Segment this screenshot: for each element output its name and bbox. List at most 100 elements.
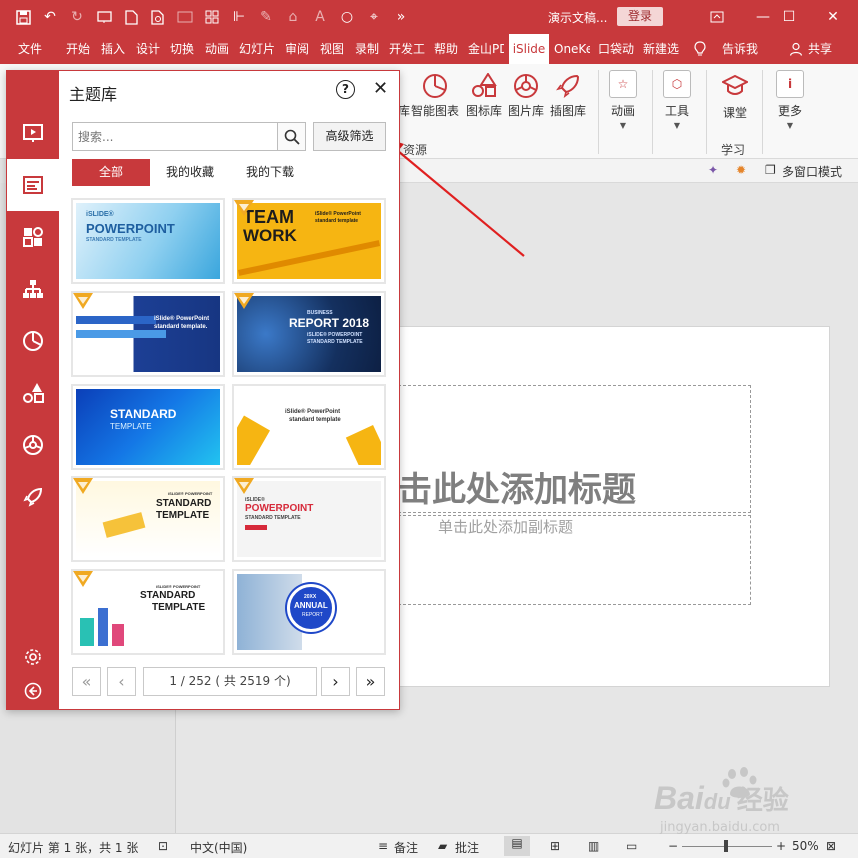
comments-button[interactable]: 批注 bbox=[455, 839, 479, 856]
search-input[interactable] bbox=[73, 123, 277, 150]
search-icon[interactable] bbox=[277, 123, 305, 150]
theme-thumbnail[interactable]: iSLIDE® POWERPOINT STANDARD TEMPLATE bbox=[71, 198, 225, 284]
illustration-library-button[interactable]: 插图库 bbox=[550, 72, 586, 119]
theme-thumbnail[interactable]: iSLIDE® POWERPOINT STANDARD TEMPLATE bbox=[232, 476, 386, 562]
grid-icon[interactable] bbox=[203, 8, 221, 26]
rail-slideshow-icon[interactable] bbox=[7, 107, 59, 159]
login-button[interactable]: 登录 bbox=[617, 7, 663, 26]
slideshow-view-icon[interactable]: ▭ bbox=[626, 839, 637, 853]
align-icon[interactable]: ⊩ bbox=[230, 8, 248, 26]
rail-picture-library-icon[interactable] bbox=[7, 419, 59, 471]
tell-me-search[interactable]: 告诉我 bbox=[722, 34, 758, 64]
tab-design[interactable]: 设计 bbox=[136, 34, 162, 64]
thumbnail-text: REPORT 2018 bbox=[289, 316, 370, 330]
pie-chart-icon bbox=[421, 72, 449, 100]
page-indicator[interactable]: 1 / 252 ( 共 2519 个) bbox=[143, 667, 317, 696]
tab-onekey[interactable]: OneKe bbox=[554, 34, 590, 64]
share-button[interactable]: 共享 bbox=[808, 34, 832, 64]
help-icon[interactable]: ? bbox=[336, 80, 355, 99]
filter-tab-all[interactable]: 全部 bbox=[72, 159, 150, 186]
theme-thumbnail[interactable]: iSLIDE® POWERPOINT STANDARD TEMPLATE bbox=[71, 569, 225, 655]
picture-icon[interactable] bbox=[176, 8, 194, 26]
tab-review[interactable]: 审阅 bbox=[285, 34, 311, 64]
tab-view[interactable]: 视图 bbox=[320, 34, 346, 64]
thumbnail-preview: iSLIDE® POWERPOINT STANDARD TEMPLATE bbox=[76, 574, 220, 650]
zoom-level[interactable]: 50% bbox=[792, 839, 819, 853]
rail-layout-icon[interactable] bbox=[7, 211, 59, 263]
selection-icon[interactable]: ⌖ bbox=[365, 8, 383, 26]
circle-shape-icon[interactable]: ○ bbox=[338, 8, 356, 26]
tab-animations[interactable]: 动画 bbox=[205, 34, 231, 64]
tab-help[interactable]: 帮助 bbox=[434, 34, 460, 64]
theme-thumbnail[interactable]: BUSINESS REPORT 2018 iSLIDE® POWERPOINT … bbox=[232, 291, 386, 377]
tab-islide[interactable]: iSlide bbox=[509, 34, 549, 64]
tools-button[interactable]: ⬡ 工具 ▼ bbox=[663, 70, 691, 130]
reading-view-icon[interactable]: ▥ bbox=[588, 839, 599, 853]
eyedropper-icon[interactable]: ✎ bbox=[257, 8, 275, 26]
tab-record[interactable]: 录制 bbox=[355, 34, 381, 64]
thumbnail-decoration bbox=[237, 415, 270, 465]
rail-theme-library-icon[interactable] bbox=[7, 159, 59, 211]
tab-developer[interactable]: 开发工 bbox=[389, 34, 427, 64]
slideshow-icon[interactable] bbox=[95, 8, 113, 26]
tab-transitions[interactable]: 切换 bbox=[170, 34, 196, 64]
tab-insert[interactable]: 插入 bbox=[101, 34, 127, 64]
normal-view-icon[interactable]: ▤ bbox=[504, 836, 530, 856]
rail-diagram-icon[interactable] bbox=[7, 263, 59, 315]
accessibility-icon[interactable]: ⊡ bbox=[158, 839, 168, 853]
theme-thumbnail[interactable]: STANDARD TEMPLATE bbox=[71, 384, 225, 470]
theme-thumbnail[interactable]: 20XX ANNUAL REPORT bbox=[232, 569, 386, 655]
thumbnail-text: TEMPLATE bbox=[110, 422, 152, 431]
slide-sorter-icon[interactable]: ⊞ bbox=[550, 839, 560, 853]
thumbnail-text: STANDARD bbox=[156, 498, 212, 509]
icon-library-button[interactable]: 图标库 bbox=[466, 72, 502, 119]
new-file-icon[interactable] bbox=[122, 8, 140, 26]
settings-gear-icon[interactable]: ✹ bbox=[736, 163, 746, 177]
save-icon[interactable] bbox=[14, 8, 32, 26]
theme-thumbnail[interactable]: iSlide® PowerPoint standard template. bbox=[71, 291, 225, 377]
ribbon-display-icon[interactable] bbox=[694, 0, 740, 34]
fit-to-window-icon[interactable]: ⊠ bbox=[826, 839, 836, 853]
close-window-icon[interactable]: ✕ bbox=[810, 0, 856, 34]
rail-icon-library-icon[interactable] bbox=[7, 367, 59, 419]
tab-pocket-animation[interactable]: 口袋动 bbox=[598, 34, 634, 64]
tab-home[interactable]: 开始 bbox=[66, 34, 92, 64]
undo-icon[interactable]: ↶ bbox=[41, 8, 59, 26]
more-button[interactable]: i 更多 ▼ bbox=[776, 70, 804, 130]
print-preview-icon[interactable] bbox=[149, 8, 167, 26]
notes-button[interactable]: 备注 bbox=[394, 839, 418, 856]
language-indicator[interactable]: 中文(中国) bbox=[190, 839, 247, 856]
tab-kingsoft-pdf[interactable]: 金山PD bbox=[468, 34, 504, 64]
tab-file[interactable]: 文件 bbox=[18, 34, 46, 64]
last-page-icon[interactable]: » bbox=[356, 667, 385, 696]
zoom-slider-handle[interactable] bbox=[724, 840, 728, 852]
first-page-icon[interactable]: « bbox=[72, 667, 101, 696]
previous-page-icon[interactable]: ‹ bbox=[107, 667, 136, 696]
theme-thumbnail[interactable]: iSlide® PowerPoint standard template bbox=[232, 384, 386, 470]
filter-tab-favorites[interactable]: 我的收藏 bbox=[157, 159, 223, 186]
multiwindow-mode-button[interactable]: 多窗口模式 bbox=[782, 163, 842, 180]
animation-button[interactable]: ☆ 动画 ▼ bbox=[609, 70, 637, 130]
tab-new-tab[interactable]: 新建选 bbox=[643, 34, 681, 64]
font-color-icon[interactable]: A bbox=[311, 8, 329, 26]
classroom-button[interactable]: 课堂 bbox=[721, 72, 749, 121]
more-commands-icon[interactable]: » bbox=[392, 8, 410, 26]
zoom-in-icon[interactable]: + bbox=[776, 839, 786, 853]
rail-chart-icon[interactable] bbox=[7, 315, 59, 367]
format-painter-icon[interactable]: ⌂ bbox=[284, 8, 302, 26]
advanced-filter-button[interactable]: 高级筛选 bbox=[313, 122, 386, 151]
zoom-out-icon[interactable]: − bbox=[668, 839, 678, 853]
maximize-icon[interactable]: ☐ bbox=[766, 0, 812, 34]
filter-tab-downloads[interactable]: 我的下载 bbox=[237, 159, 303, 186]
theme-thumbnail[interactable]: TEAM WORK iSlide® PowerPoint standard te… bbox=[232, 198, 386, 284]
magic-wand-icon[interactable]: ✦ bbox=[708, 163, 718, 177]
tab-slideshow[interactable]: 幻灯片 bbox=[239, 34, 277, 64]
rail-collapse-icon[interactable] bbox=[7, 665, 59, 717]
redo-icon[interactable]: ↻ bbox=[68, 8, 86, 26]
next-page-icon[interactable]: › bbox=[321, 667, 350, 696]
theme-thumbnail[interactable]: iSLIDE® POWERPOINT STANDARD TEMPLATE bbox=[71, 476, 225, 562]
close-icon[interactable]: ✕ bbox=[373, 78, 388, 99]
rail-illustration-icon[interactable] bbox=[7, 471, 59, 523]
smart-chart-button[interactable]: 智能图表 bbox=[411, 72, 459, 119]
picture-library-button[interactable]: 图片库 bbox=[508, 72, 544, 119]
